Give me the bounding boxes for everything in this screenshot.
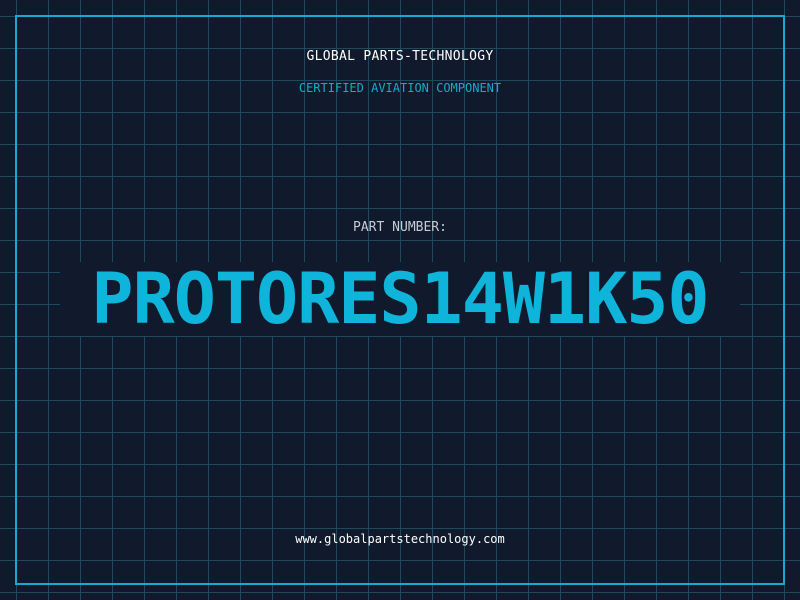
part-number-label: PART NUMBER: bbox=[353, 220, 447, 235]
part-number-value: PROTORES14W1K50 bbox=[91, 258, 709, 340]
certification-subtitle: CERTIFIED AVIATION COMPONENT bbox=[298, 81, 502, 95]
company-name: GLOBAL PARTS-TECHNOLOGY bbox=[306, 49, 494, 64]
label-card: GLOBAL PARTS-TECHNOLOGY CERTIFIED AVIATI… bbox=[0, 0, 800, 600]
website-url: www.globalpartstechnology.com bbox=[295, 532, 505, 546]
